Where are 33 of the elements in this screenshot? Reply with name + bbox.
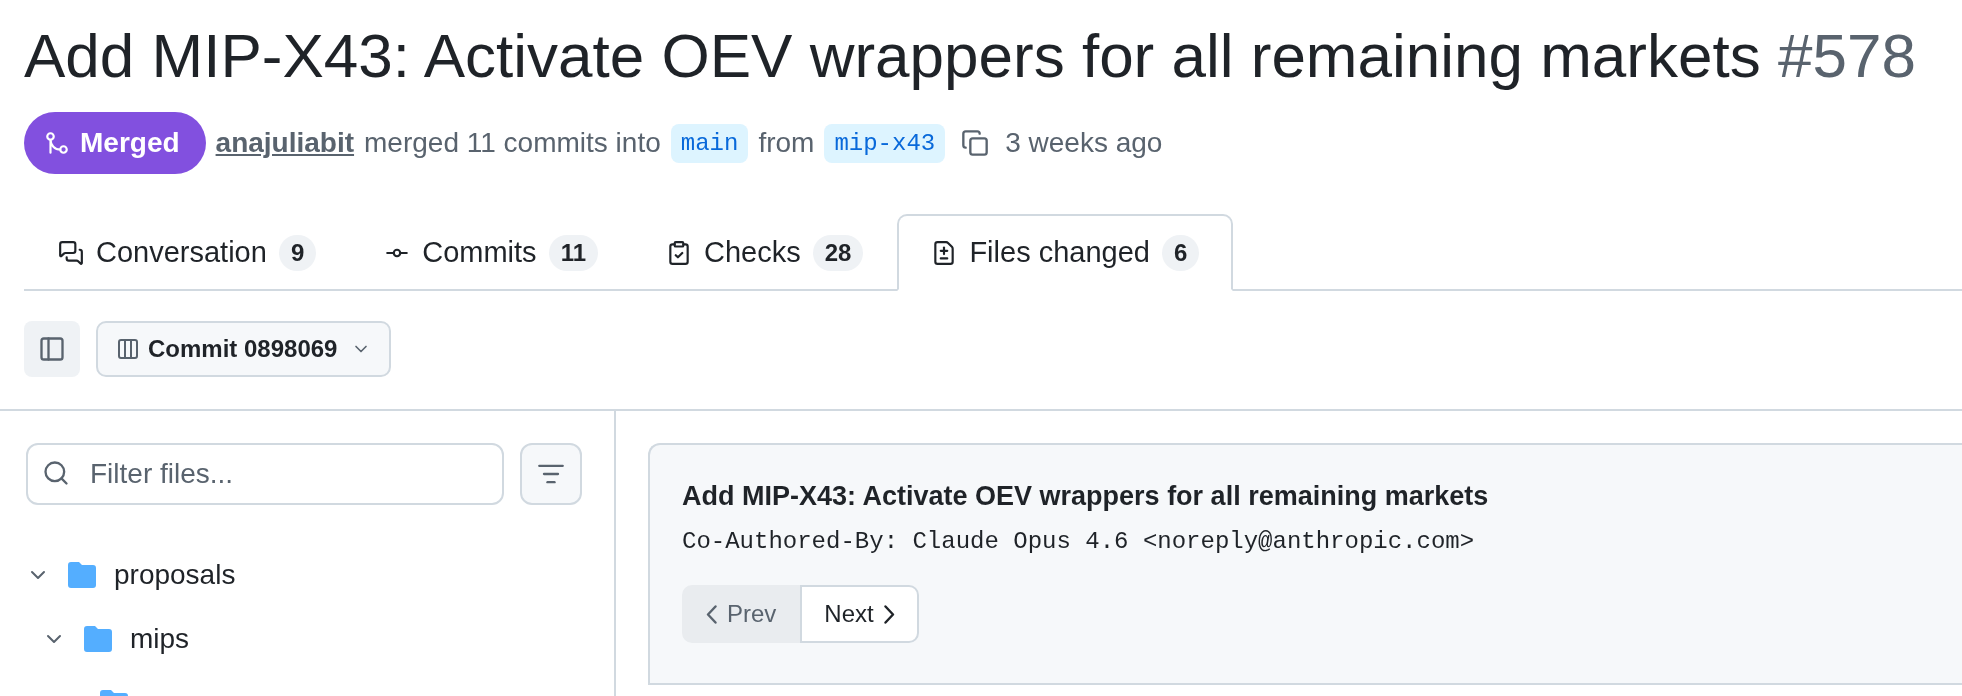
filter-button[interactable]	[520, 443, 582, 505]
sidebar-toggle-button[interactable]	[24, 321, 80, 377]
tab-icon	[666, 239, 692, 266]
folder-name[interactable]: mips	[130, 623, 190, 655]
commits-icon	[116, 337, 140, 361]
base-branch[interactable]: main	[670, 123, 749, 163]
from-label: from	[758, 127, 815, 159]
merge-icon	[44, 130, 70, 156]
commit-title: Add MIP-X43: Activate OEV wrappers for all remaining markets	[682, 481, 1490, 512]
folder-name[interactable]: proposals	[114, 559, 236, 591]
folder-icon	[82, 625, 114, 653]
chevron-right-icon	[883, 604, 895, 624]
author-link[interactable]: anajuliabit	[215, 127, 355, 159]
folder-icon	[66, 561, 98, 589]
tab-icon	[58, 239, 84, 266]
pull-request-title: Add MIP-X43: Activate OEV wrappers for all remaining markets #578	[24, 20, 1917, 92]
tab-count: 6	[1161, 234, 1200, 271]
sidebar-icon	[38, 335, 66, 363]
tab-count: 9	[278, 234, 317, 271]
copy-icon[interactable]	[961, 129, 990, 157]
merge-description: merged 11 commits into	[364, 127, 661, 159]
head-branch[interactable]: mip-x43	[824, 123, 946, 163]
next-button[interactable]: Next	[800, 585, 919, 643]
merge-time: 3 weeks ago	[1005, 127, 1163, 159]
tab-count: 11	[548, 234, 598, 271]
search-icon	[42, 459, 70, 487]
chevron-left-icon	[706, 604, 717, 624]
commit-message: Co-Authored-By: Claude Opus 4.6 <noreply@anthropic.com>	[682, 528, 1476, 555]
tab-count: 28	[812, 234, 864, 271]
commit-select-button[interactable]: Commit 0898069	[96, 321, 392, 377]
filter-field[interactable]: Filter files...	[26, 443, 504, 505]
status-badge: Merged	[24, 112, 206, 174]
tab[interactable]: Files changed 6	[897, 214, 1234, 291]
